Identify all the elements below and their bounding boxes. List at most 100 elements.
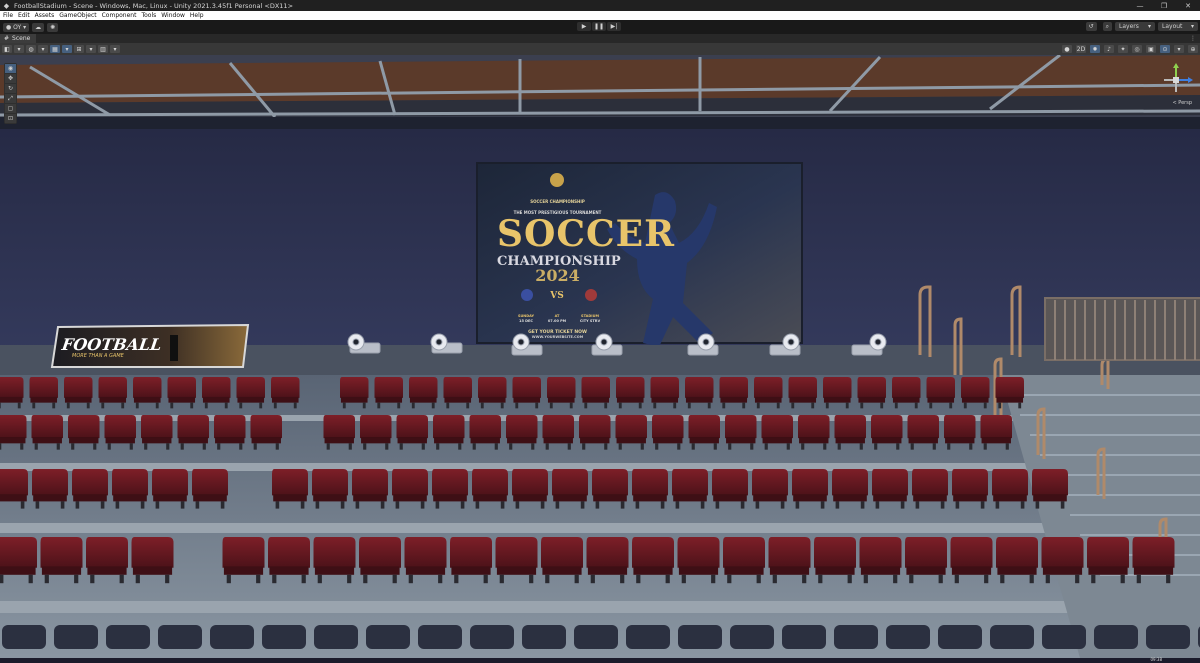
grid-toggle[interactable]: ▦ xyxy=(50,45,60,53)
menu-help[interactable]: Help xyxy=(187,12,206,19)
gizmo-view-dropdown[interactable]: ▾ xyxy=(38,45,48,53)
history-button[interactable]: ↺ xyxy=(1085,22,1097,31)
menu-file[interactable]: File xyxy=(0,12,16,19)
menu-gameobject[interactable]: GameObject xyxy=(57,12,99,19)
scale-tool-button[interactable]: ⤢ xyxy=(5,94,16,103)
more-options-icon[interactable]: ⋮ xyxy=(1190,35,1196,42)
play-button[interactable]: ▶ xyxy=(577,22,591,31)
lighting-toggle[interactable]: ✹ xyxy=(1090,45,1100,53)
increment-icon: ▥ xyxy=(100,45,106,53)
taskbar-clock: 09:38 xyxy=(1150,657,1162,662)
chevron-down-icon: ▾ xyxy=(21,23,27,31)
account-label: OY xyxy=(13,23,22,31)
poster-title: SOCCER xyxy=(497,213,676,255)
transform-tool-button[interactable]: ⊡ xyxy=(5,114,16,123)
collab-button[interactable]: ✺ xyxy=(47,22,59,32)
cloud-button[interactable]: ☁ xyxy=(32,22,45,32)
menu-component[interactable]: Component xyxy=(99,12,139,19)
layers-dropdown[interactable]: Layers ▾ xyxy=(1115,22,1155,31)
pause-icon: ❚❚ xyxy=(593,23,605,30)
layout-dropdown[interactable]: Layout ▾ xyxy=(1158,22,1198,31)
snap-dropdown[interactable]: ▾ xyxy=(86,45,96,53)
camera-icon: ▣ xyxy=(1148,45,1154,53)
front-seat xyxy=(470,625,514,649)
menu-edit[interactable]: Edit xyxy=(16,12,33,19)
poster-year: 2024 xyxy=(535,266,580,285)
globe-toggle[interactable]: ⊕ xyxy=(1188,45,1198,53)
effects-toggle[interactable]: ✦ xyxy=(1118,45,1128,53)
front-seat xyxy=(366,625,410,649)
menu-tools[interactable]: Tools xyxy=(139,12,159,19)
menu-assets[interactable]: Assets xyxy=(32,12,57,19)
2d-toggle[interactable]: 2D xyxy=(1076,45,1086,53)
front-seat xyxy=(262,625,306,649)
front-seat xyxy=(990,625,1034,649)
front-seat xyxy=(1042,625,1086,649)
draw-mode-button[interactable]: ◧ xyxy=(2,45,12,53)
scene-tools-overlay: ◉ ✥ ↻ ⤢ ▢ ⊡ xyxy=(4,63,17,124)
chevron-down-icon: ▾ xyxy=(1177,45,1181,53)
light-bulb-icon: ✹ xyxy=(1092,45,1098,53)
grid-dropdown[interactable]: ▾ xyxy=(62,45,72,53)
chevron-down-icon: ▾ xyxy=(41,45,45,53)
poster-brand: SOCCER CHAMPIONSHIP xyxy=(530,199,585,204)
menu-window[interactable]: Window xyxy=(159,12,188,19)
unity-logo-icon: ◆ xyxy=(3,1,10,10)
snap-toggle[interactable]: ⊞ xyxy=(74,45,84,53)
camera-settings-button[interactable]: ▣ xyxy=(1146,45,1156,53)
front-seat xyxy=(574,625,618,649)
rotate-icon: ↻ xyxy=(7,85,14,92)
front-seat xyxy=(158,625,202,649)
increment-button[interactable]: ▥ xyxy=(98,45,108,53)
shading-mode-button[interactable]: ● xyxy=(1062,45,1072,53)
rect-icon: ▢ xyxy=(7,105,14,112)
step-button[interactable]: ▶| xyxy=(607,22,621,31)
banner-tagline: MORE THAN A GAME xyxy=(72,353,124,359)
scale-icon: ⤢ xyxy=(8,94,13,102)
view-tool-button[interactable]: ◉ xyxy=(5,64,16,73)
minimize-button[interactable]: — xyxy=(1128,2,1152,10)
move-tool-button[interactable]: ✥ xyxy=(5,74,16,83)
rect-tool-button[interactable]: ▢ xyxy=(5,104,16,113)
gizmos-toggle[interactable]: ⊙ xyxy=(1160,45,1170,53)
snap-icon: ⊞ xyxy=(76,45,82,53)
orientation-gizmo[interactable]: < Persp xyxy=(1160,62,1194,108)
gizmo-view-button[interactable]: ◍ xyxy=(26,45,36,53)
audio-toggle[interactable]: ♪ xyxy=(1104,45,1114,53)
chevron-down-icon: ▾ xyxy=(113,45,117,53)
scene-tab-bar: # Scene ⋮ xyxy=(0,34,1200,43)
front-seat xyxy=(834,625,878,649)
account-icon: ● xyxy=(6,23,14,31)
move-icon: ✥ xyxy=(7,75,14,82)
chevron-down-icon: ▾ xyxy=(17,45,21,53)
layers-label: Layers xyxy=(1119,23,1139,30)
restore-button[interactable]: ❐ xyxy=(1152,2,1176,10)
front-seat xyxy=(522,625,566,649)
scene-view-toolbar: ◧ ▾ ◍ ▾ ▦ ▾ ⊞ ▾ ▥ ▾ ● 2D ✹ ♪ ✦ ◎ ▣ ⊙ ▾ ⊕ xyxy=(0,43,1200,55)
tab-scene[interactable]: # Scene xyxy=(0,34,37,43)
gizmos-dropdown[interactable]: ▾ xyxy=(1174,45,1184,53)
scene-tab-icon: # xyxy=(4,35,10,42)
effects-icon: ✦ xyxy=(1120,45,1126,53)
tab-scene-label: Scene xyxy=(12,35,31,42)
chevron-down-icon: ▾ xyxy=(65,45,69,53)
sphere-icon: ◍ xyxy=(28,45,34,53)
draw-mode-dropdown[interactable]: ▾ xyxy=(14,45,24,53)
pause-button[interactable]: ❚❚ xyxy=(592,22,606,31)
search-button[interactable]: ⌕ xyxy=(1102,22,1112,31)
play-controls: ▶ ❚❚ ▶| xyxy=(577,22,621,31)
front-seat xyxy=(782,625,826,649)
account-dropdown[interactable]: ● OY ▾ xyxy=(3,22,30,32)
hidden-objects-toggle[interactable]: ◎ xyxy=(1132,45,1142,53)
shading-sphere-icon: ● xyxy=(1064,45,1070,53)
step-icon: ▶| xyxy=(610,23,618,30)
increment-dropdown[interactable]: ▾ xyxy=(110,45,120,53)
scene-viewport[interactable]: SOCCER CHAMPIONSHIP THE MOST PRESTIGIOUS… xyxy=(0,55,1200,658)
window-title: FootballStadium - Scene - Windows, Mac, … xyxy=(14,1,294,10)
rotate-tool-button[interactable]: ↻ xyxy=(5,84,16,93)
banner-title: FOOTBALL xyxy=(60,335,163,354)
poster-versus: VS xyxy=(550,291,564,301)
close-button[interactable]: ✕ xyxy=(1176,2,1200,10)
projection-label[interactable]: < Persp xyxy=(1172,100,1192,106)
shading-icon: ◧ xyxy=(4,45,10,53)
